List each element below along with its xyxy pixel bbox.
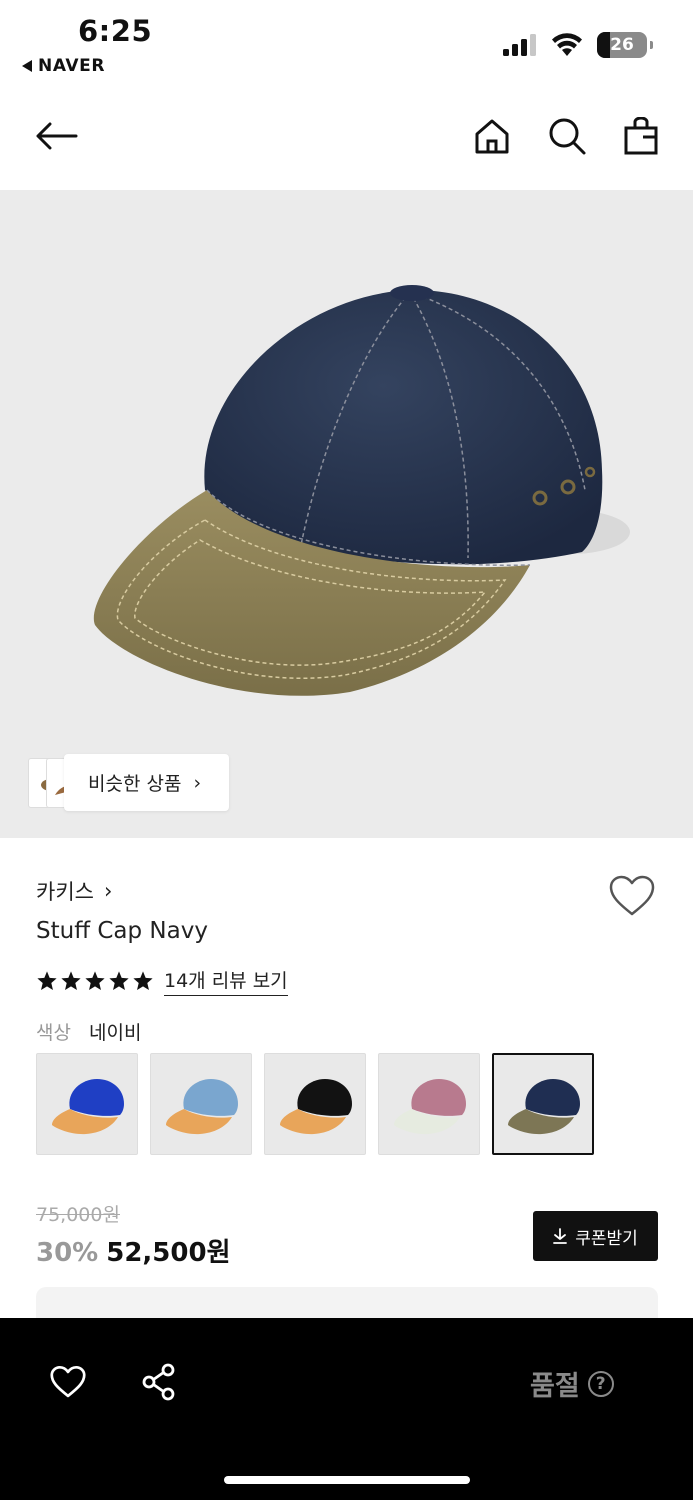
color-swatch[interactable]	[378, 1053, 480, 1155]
cap-swatch-image	[508, 1079, 580, 1135]
reviews-link[interactable]: 14개 리뷰 보기	[164, 966, 288, 996]
star-icon	[61, 971, 81, 990]
color-swatch[interactable]	[36, 1053, 138, 1155]
coupon-label: 쿠폰받기	[575, 1228, 638, 1249]
bottom-action-bar: 품절 ?	[0, 1318, 693, 1500]
wishlist-bottom-button[interactable]	[44, 1358, 92, 1406]
heart-outline-icon	[609, 875, 655, 916]
status-time: 6:25	[78, 14, 153, 48]
status-bar: 6:25 NAVER 26	[0, 0, 693, 88]
back-to-app-link[interactable]: NAVER	[22, 56, 105, 76]
back-triangle-icon	[22, 60, 32, 72]
star-icon	[109, 971, 129, 990]
top-navigation	[0, 88, 693, 190]
soldout-status: 품절 ?	[530, 1364, 614, 1403]
back-app-label: NAVER	[38, 56, 106, 76]
star-icon	[133, 971, 153, 990]
cart-button[interactable]	[617, 112, 665, 160]
download-icon	[553, 1228, 568, 1244]
color-swatch[interactable]	[264, 1053, 366, 1155]
chevron-right-icon: ›	[193, 771, 202, 794]
similar-products-label: 비슷한 상품	[88, 773, 182, 795]
shopping-bag-icon	[624, 117, 658, 155]
rating-stars	[36, 970, 154, 992]
color-swatches	[36, 1053, 594, 1155]
search-icon	[549, 118, 586, 155]
chevron-right-icon: ›	[103, 879, 113, 903]
battery-level: 26	[610, 35, 634, 55]
share-button[interactable]	[135, 1358, 183, 1406]
star-icon	[85, 971, 105, 990]
original-price: 75,000원	[36, 1204, 120, 1226]
battery-indicator: 26	[597, 32, 653, 58]
search-button[interactable]	[543, 112, 591, 160]
status-indicators: 26	[503, 32, 653, 58]
star-icon	[37, 971, 57, 990]
color-swatch[interactable]	[492, 1053, 594, 1155]
back-arrow-icon	[36, 122, 78, 150]
back-button[interactable]	[32, 112, 80, 160]
cap-swatch-image	[166, 1079, 238, 1135]
home-indicator[interactable]	[224, 1476, 470, 1484]
home-button[interactable]	[468, 112, 516, 160]
heart-outline-icon	[50, 1365, 86, 1398]
home-icon	[475, 119, 509, 154]
cap-swatch-image	[52, 1079, 124, 1135]
cap-image	[93, 285, 630, 696]
wishlist-button[interactable]	[608, 874, 656, 918]
product-image[interactable]: 비슷한 상품 ›	[0, 190, 693, 838]
similar-products-pill[interactable]: 비슷한 상품 ›	[64, 754, 229, 811]
product-title: Stuff Cap Navy	[36, 918, 208, 944]
cap-swatch-image	[280, 1079, 352, 1135]
cellular-signal-icon	[503, 34, 536, 56]
color-swatch[interactable]	[150, 1053, 252, 1155]
color-label: 색상	[36, 1022, 71, 1044]
color-value: 네이비	[89, 1022, 142, 1044]
color-row: 색상 네이비	[36, 1018, 141, 1045]
help-icon[interactable]: ?	[587, 1370, 614, 1397]
soldout-label: 품절	[530, 1371, 580, 1402]
sale-price: 52,500원	[106, 1238, 231, 1268]
discount-rate: 30%	[36, 1238, 99, 1268]
coupon-button[interactable]: 쿠폰받기	[533, 1211, 658, 1261]
price-row: 30% 52,500원	[36, 1232, 231, 1269]
brand-name: 카키스	[36, 880, 94, 904]
cap-swatch-image	[394, 1079, 466, 1135]
rating-row: 14개 리뷰 보기	[36, 966, 288, 996]
battery-fill	[597, 32, 610, 58]
brand-link[interactable]: 카키스 ›	[36, 876, 112, 906]
share-icon	[142, 1363, 175, 1401]
wifi-icon	[552, 33, 582, 56]
